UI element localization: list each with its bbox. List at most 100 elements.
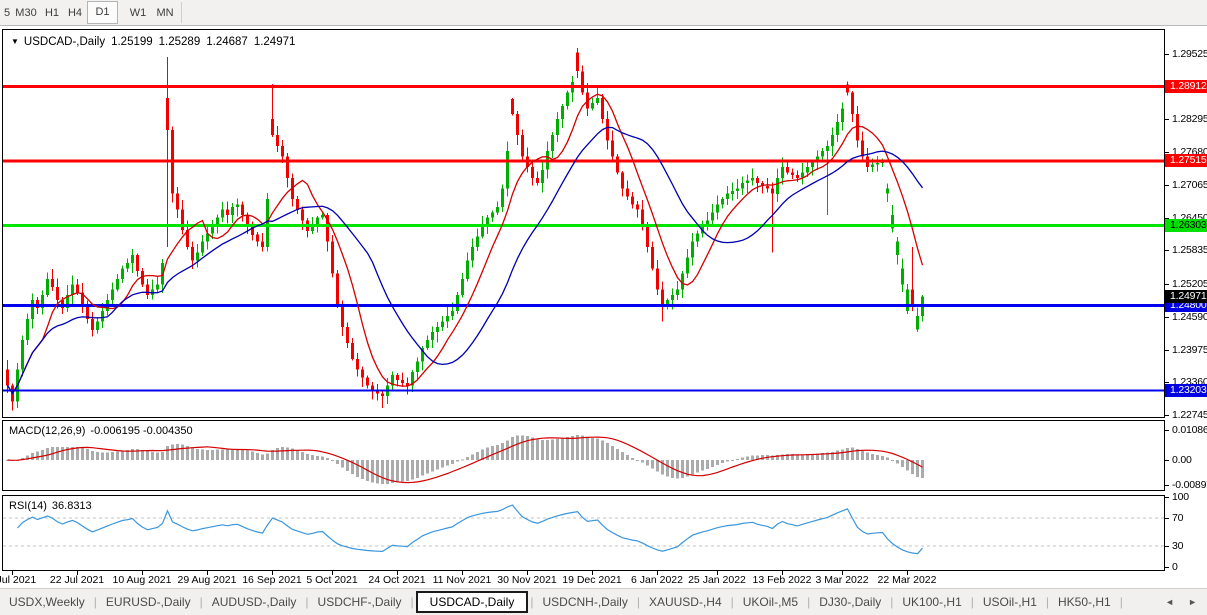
macd-bar [296, 450, 299, 460]
timeframe-button-MN[interactable]: MN [153, 3, 177, 23]
hline-1.248[interactable] [3, 304, 1164, 308]
candle-body [271, 119, 274, 136]
timeframe-button-W1[interactable]: W1 [127, 3, 149, 23]
macd-axis-label: 0.00 [1172, 454, 1192, 466]
price-tick-label: 1.24590 [1172, 311, 1207, 323]
tab-dj30-daily[interactable]: DJ30-,Daily [810, 592, 890, 612]
hline-1.27515[interactable] [3, 159, 1164, 163]
price-tick-dash [1165, 119, 1169, 120]
tab-eurusd-daily[interactable]: EURUSD-,Daily [97, 592, 200, 612]
timeframe-button-D1[interactable]: D1 [87, 1, 118, 24]
macd-bar [206, 449, 209, 460]
price-tick-dash [1165, 415, 1169, 416]
price-tick-dash [1165, 250, 1169, 251]
macd-bar [31, 453, 34, 460]
macd-bar [736, 458, 739, 460]
tab-usdx-weekly[interactable]: USDX,Weekly [0, 592, 94, 612]
macd-bar [501, 443, 504, 460]
macd-bar [601, 440, 604, 460]
macd-bar [746, 456, 749, 460]
price-tick-dash [1165, 152, 1169, 153]
macd-bar [286, 447, 289, 460]
macd-bar [586, 436, 589, 460]
macd-bar [236, 449, 239, 460]
candle-body [626, 188, 629, 197]
timeframe-button-M30[interactable]: M30 [13, 3, 39, 23]
macd-bar [711, 460, 714, 467]
tab-uk100-h1[interactable]: UK100-,H1 [893, 592, 970, 612]
timeframe-button-H4[interactable]: H4 [66, 3, 84, 23]
candle-body [641, 209, 644, 226]
macd-bar [416, 460, 419, 478]
macd-bar [116, 451, 119, 460]
tab-scroll-left-button[interactable]: ◄ [1165, 597, 1174, 607]
macd-axis-dash [1165, 460, 1169, 461]
macd-bar [196, 449, 199, 460]
candle-body [731, 191, 734, 194]
hline-1.26303[interactable] [3, 224, 1164, 227]
candle-body [791, 172, 794, 176]
candle-body [381, 393, 384, 397]
tab-ukoil-m5[interactable]: UKOil-,M5 [734, 592, 807, 612]
candle-body [511, 99, 514, 114]
candle-body [651, 247, 654, 269]
main-chart-panel[interactable]: ▼ USDCAD-,Daily 1.25199 1.25289 1.24687 1.249… [2, 29, 1165, 418]
macd-bar [421, 460, 424, 476]
macd-panel[interactable]: MACD(12,26,9) -0.006195 -0.004350 [2, 420, 1165, 491]
ohlc-close: 1.24971 [253, 36, 296, 48]
date-label: 3 Mar 2022 [815, 574, 869, 586]
macd-bar [151, 451, 154, 460]
macd-bar [526, 436, 529, 460]
hline-1.23203[interactable] [3, 389, 1164, 392]
macd-bar [896, 460, 899, 464]
macd-bar [591, 437, 594, 460]
candle-body [531, 167, 534, 178]
price-axis[interactable]: 1.29525 1.28295 1.27680 1.27065 1.26450 1.258… [1165, 26, 1207, 586]
candle-body [296, 199, 299, 210]
tab-scroll-right-button[interactable]: ► [1188, 597, 1197, 607]
timeframe-toolbar: 5 M30 H1 H4 D1 W1 MN [0, 0, 1207, 26]
macd-bar [731, 460, 734, 461]
macd-bar [541, 439, 544, 460]
tab-usoil-h1[interactable]: USOil-,H1 [974, 592, 1046, 612]
tab-usdchf-daily[interactable]: USDCHF-,Daily [309, 592, 411, 612]
candle-body [471, 247, 474, 261]
chevron-down-icon[interactable]: ▼ [11, 37, 19, 46]
macd-bar [156, 452, 159, 460]
candle-body [806, 167, 809, 173]
macd-bar [461, 459, 464, 461]
ma-line-21 [6, 126, 924, 395]
macd-bar [356, 460, 359, 477]
tab-xauusd-h4[interactable]: XAUUSD-,H4 [640, 592, 731, 612]
rsi-panel[interactable]: RSI(14) 36.8313 [2, 495, 1165, 571]
hline-1.28912[interactable] [3, 85, 1164, 89]
macd-bar [651, 460, 654, 469]
main-chart-canvas[interactable] [3, 30, 1164, 417]
tab-usdcnh-daily[interactable]: USDCNH-,Daily [533, 592, 636, 612]
candle-body [466, 260, 469, 279]
candle-body [441, 321, 444, 327]
macd-bar [851, 447, 854, 460]
macd-bar [721, 460, 724, 464]
candle-body [456, 294, 459, 311]
macd-bar [81, 447, 84, 460]
timeframe-button-5[interactable]: 5 [2, 3, 12, 23]
rsi-value: 36.8313 [51, 500, 92, 512]
macd-bar [411, 460, 414, 480]
rsi-canvas[interactable] [3, 496, 1164, 570]
macd-bar [326, 458, 329, 460]
tab-hk50-h1[interactable]: HK50-,H1 [1049, 592, 1120, 612]
date-axis[interactable]: 4 Jul 2021 22 Jul 2021 10 Aug 2021 29 Aug 2… [0, 571, 1165, 587]
rsi-axis-dash [1165, 546, 1169, 547]
date-label: 6 Jan 2022 [631, 574, 683, 586]
tab-usdcad-daily[interactable]: USDCAD-,Daily [415, 591, 529, 613]
tab-audusd-daily[interactable]: AUDUSD-,Daily [203, 592, 306, 612]
candle-body [266, 199, 269, 247]
macd-bar [871, 453, 874, 460]
macd-bar [121, 450, 124, 460]
macd-bar [41, 449, 44, 460]
macd-bar [676, 460, 679, 479]
timeframe-button-H1[interactable]: H1 [43, 3, 61, 23]
macd-bar [546, 439, 549, 460]
macd-bar [96, 451, 99, 460]
